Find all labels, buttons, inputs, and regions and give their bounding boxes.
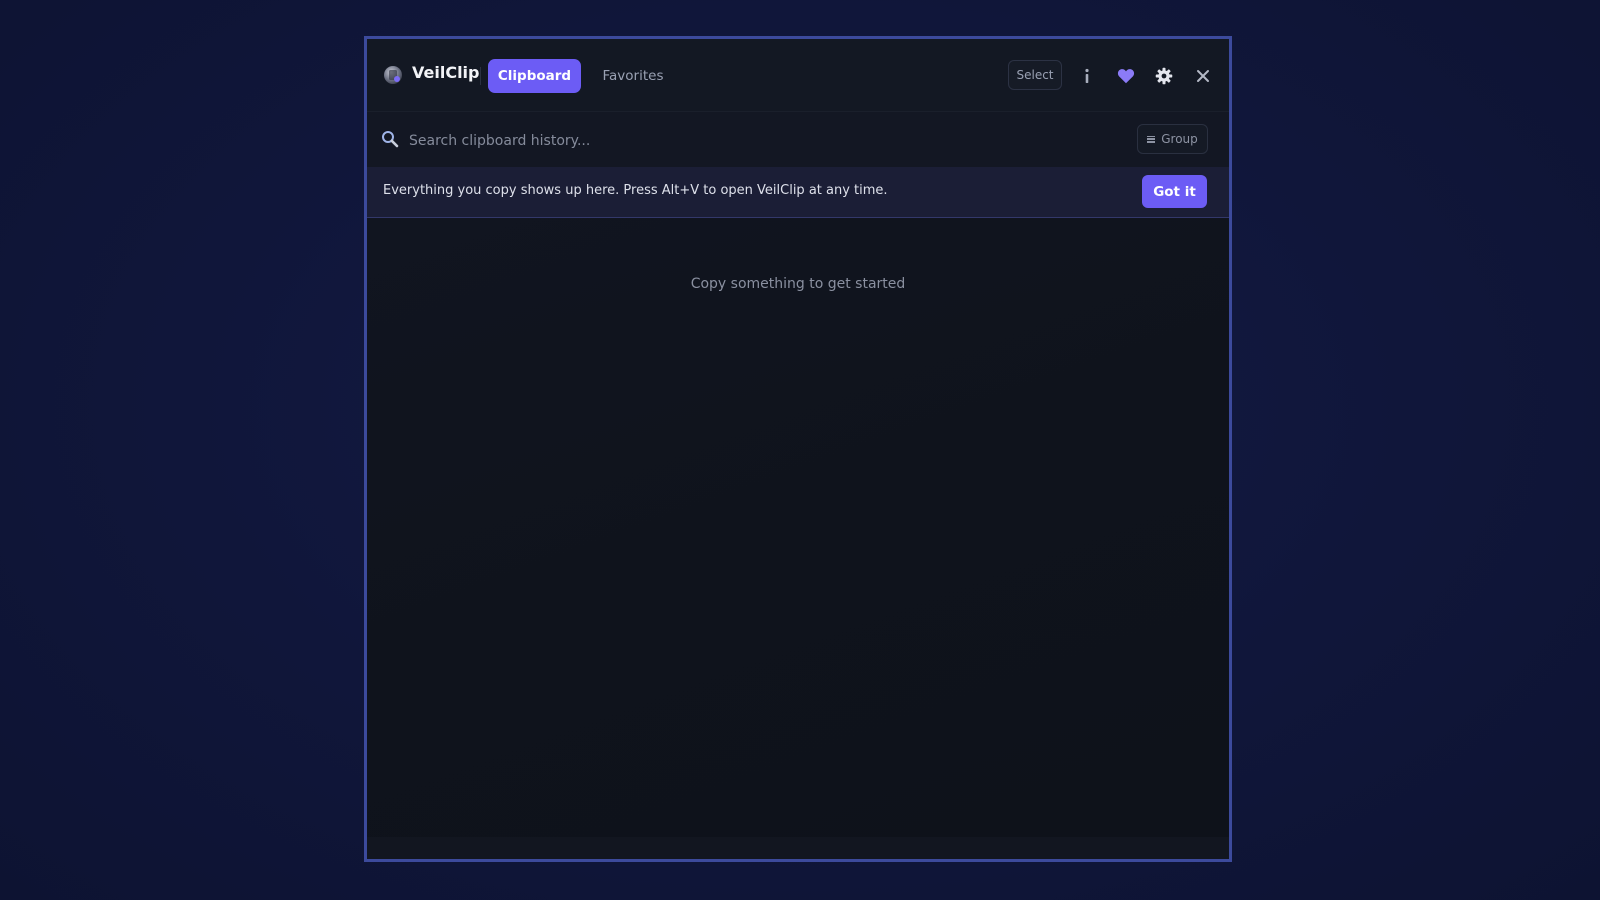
gear-icon bbox=[1155, 67, 1173, 85]
title-divider bbox=[480, 67, 481, 85]
tab-favorites[interactable]: Favorites bbox=[591, 59, 675, 93]
search-bar: Group bbox=[367, 111, 1229, 168]
close-icon bbox=[1197, 70, 1209, 82]
select-button[interactable]: Select bbox=[1008, 60, 1062, 90]
info-icon bbox=[1085, 68, 1089, 83]
got-it-button[interactable]: Got it bbox=[1142, 175, 1207, 208]
clipboard-list: Copy something to get started bbox=[367, 218, 1229, 837]
heart-icon bbox=[1117, 69, 1135, 84]
empty-state-message: Copy something to get started bbox=[690, 276, 906, 292]
app-title: VeilClip bbox=[412, 63, 480, 82]
banner-message: Everything you copy shows up here. Press… bbox=[383, 183, 888, 198]
onboarding-banner: Everything you copy shows up here. Press… bbox=[367, 167, 1229, 218]
search-input[interactable] bbox=[407, 125, 1111, 157]
info-button[interactable] bbox=[1074, 63, 1100, 89]
group-button[interactable]: Group bbox=[1137, 124, 1208, 154]
veilclip-window: VeilClip Clipboard Favorites Select Sear… bbox=[364, 36, 1232, 862]
settings-button[interactable] bbox=[1151, 63, 1177, 89]
window-footer bbox=[367, 837, 1229, 859]
app-logo-icon bbox=[384, 66, 402, 84]
desktop-background: VeilClip Clipboard Favorites Select Sear… bbox=[0, 0, 1600, 900]
title-bar: VeilClip Clipboard Favorites Select bbox=[367, 39, 1229, 111]
list-icon bbox=[1147, 135, 1156, 143]
favorites-heart-button[interactable] bbox=[1113, 63, 1139, 89]
search-icon bbox=[382, 131, 399, 148]
tab-clipboard[interactable]: Clipboard bbox=[488, 59, 581, 93]
group-button-label: Group bbox=[1161, 132, 1198, 146]
close-button[interactable] bbox=[1190, 63, 1216, 89]
